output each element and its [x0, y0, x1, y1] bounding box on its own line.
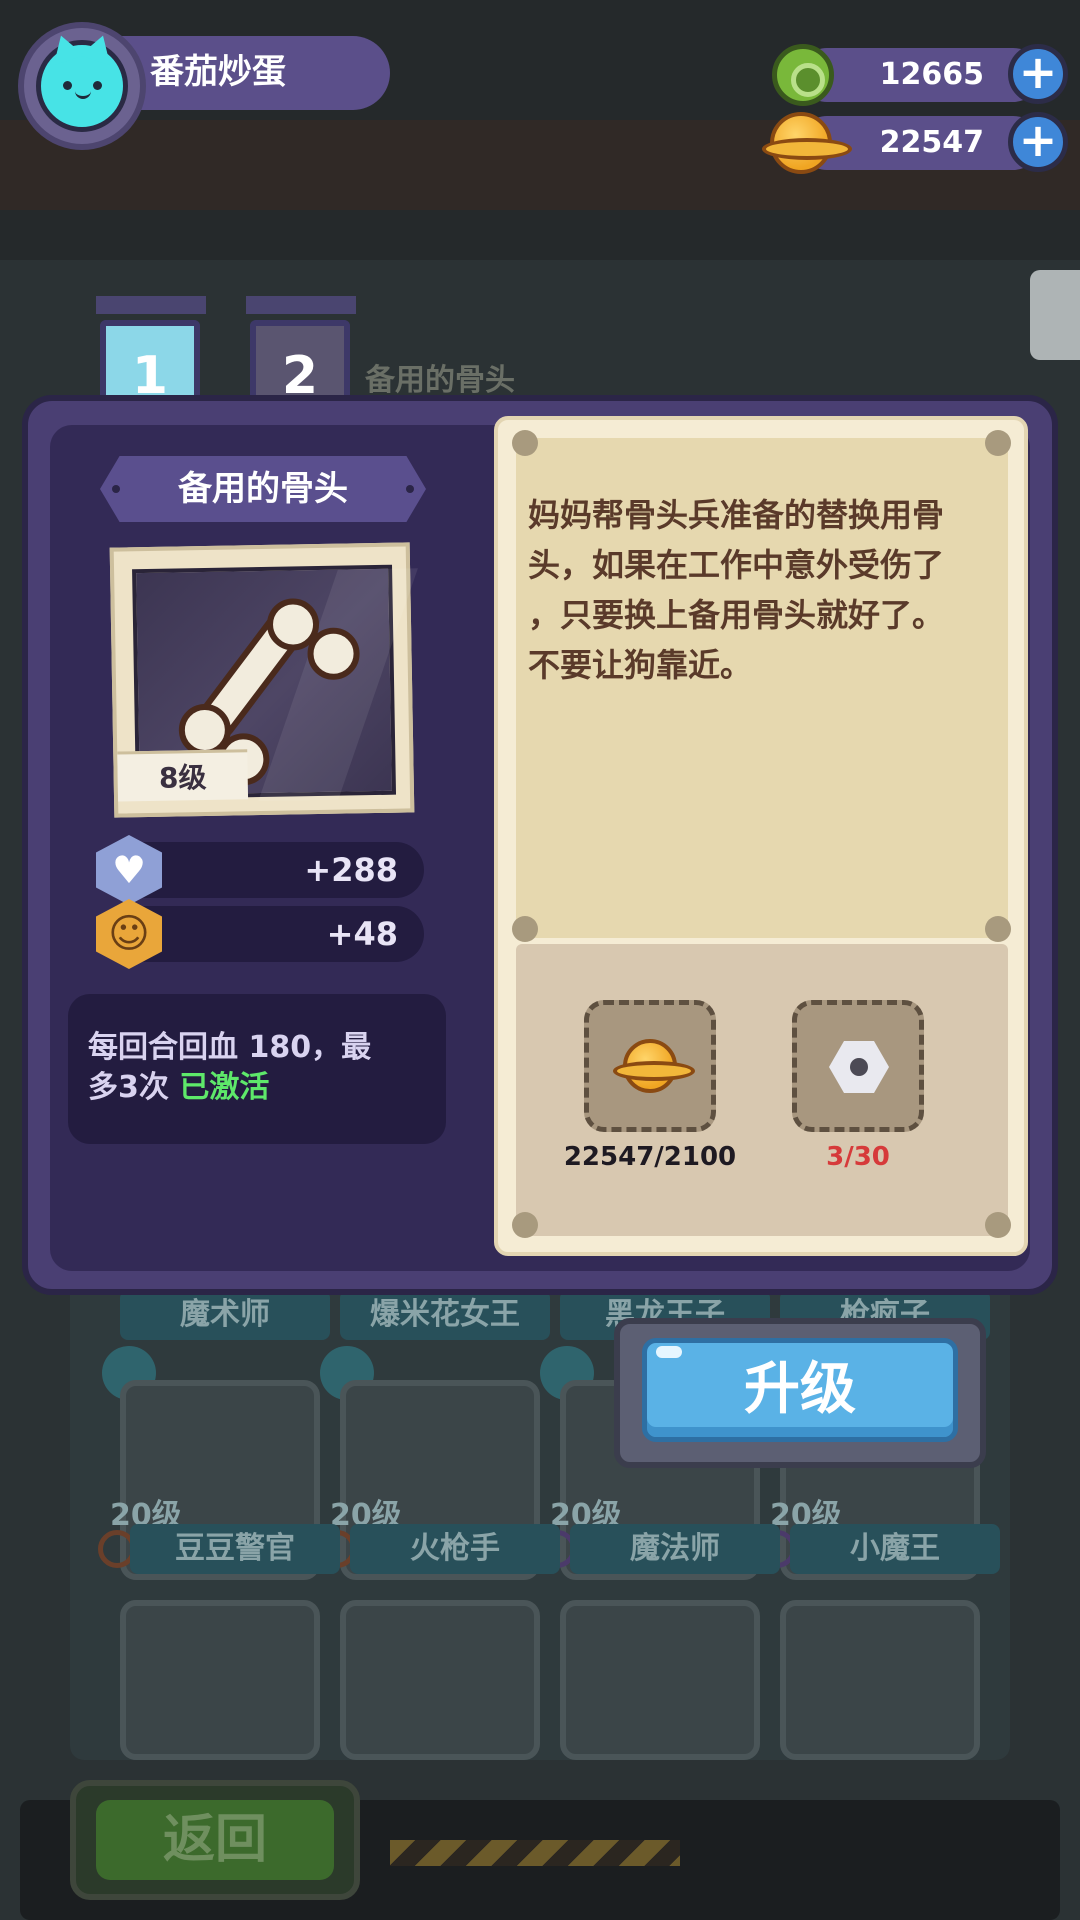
- nut-icon: [829, 1041, 889, 1093]
- stat-morale-value: +48: [118, 906, 424, 962]
- avatar[interactable]: [36, 30, 128, 132]
- pin-icon: [985, 1212, 1011, 1238]
- bg-hero-name: 豆豆警官: [130, 1524, 340, 1574]
- side-share-tab[interactable]: [1030, 270, 1080, 360]
- cat-eye-icon: [93, 81, 102, 90]
- coin-icon: [762, 112, 852, 174]
- button-shine: [656, 1346, 682, 1358]
- title-rivet: [112, 485, 120, 493]
- tab-header: [96, 296, 206, 314]
- bg-hero-card[interactable]: [780, 1600, 980, 1760]
- gem-icon: [772, 44, 834, 106]
- cat-eye-icon: [63, 81, 72, 90]
- add-gems-button[interactable]: +: [1008, 44, 1068, 104]
- bg-hero-name: 小魔王: [790, 1524, 1000, 1574]
- bg-item-title: 备用的骨头: [365, 363, 515, 398]
- bg-hero-card[interactable]: [120, 1600, 320, 1760]
- pin-icon: [512, 916, 538, 942]
- description-line: 头，如果在工作中意外受伤了: [528, 546, 945, 584]
- cat-mouth-icon: [75, 91, 91, 99]
- upgrade-button[interactable]: 升级: [642, 1338, 958, 1442]
- cost-slot-nuts[interactable]: [792, 1000, 924, 1132]
- add-coins-button[interactable]: +: [1008, 112, 1068, 172]
- effect-text: 每回合回血 180，最: [88, 1030, 372, 1065]
- bg-hero-card[interactable]: [340, 1600, 540, 1760]
- player-name: 番茄炒蛋: [150, 52, 286, 92]
- item-description: 妈妈帮骨头兵准备的替换用骨 头，如果在工作中意外受伤了 ，只要换上备用骨头就好了…: [528, 490, 988, 690]
- item-effect-box: 每回合回血 180，最 多3次 已激活: [68, 994, 446, 1144]
- pin-icon: [512, 430, 538, 456]
- cost-label-nuts: 3/30: [826, 1142, 890, 1172]
- cost-label-coins: 22547/2100: [563, 1142, 737, 1172]
- effect-line2: 多3次 已激活: [88, 1068, 426, 1108]
- bg-hero-name: 火枪手: [350, 1524, 560, 1574]
- back-button-label: 返回: [96, 1800, 334, 1880]
- item-image-frame: 8级: [109, 542, 418, 818]
- effect-text: 多3次: [88, 1070, 169, 1105]
- bg-hero-name: 魔术师: [120, 1290, 330, 1340]
- stat-hp-value: +288: [118, 842, 424, 898]
- cost-slot-coins[interactable]: [584, 1000, 716, 1132]
- gem-count: 12665: [800, 48, 1040, 102]
- hazard-stripe: [390, 1840, 680, 1866]
- bg-hero-card[interactable]: [560, 1600, 760, 1760]
- back-button[interactable]: 返回: [70, 1780, 360, 1900]
- effect-status: 已激活: [179, 1070, 270, 1105]
- coin-icon: [613, 1039, 695, 1093]
- tab-header: [246, 296, 356, 314]
- title-rivet: [406, 485, 414, 493]
- pin-icon: [985, 430, 1011, 456]
- description-line: 不要让狗靠近。: [528, 646, 753, 684]
- bg-hero-name: 魔法师: [570, 1524, 780, 1574]
- pin-icon: [985, 916, 1011, 942]
- description-line: 妈妈帮骨头兵准备的替换用骨: [528, 496, 945, 534]
- item-level-tag: 8级: [117, 749, 249, 802]
- description-line: ，只要换上备用骨头就好了。: [528, 596, 945, 634]
- pin-icon: [512, 1212, 538, 1238]
- bg-hero-name: 爆米花女王: [340, 1290, 550, 1340]
- item-name: 备用的骨头: [100, 456, 426, 522]
